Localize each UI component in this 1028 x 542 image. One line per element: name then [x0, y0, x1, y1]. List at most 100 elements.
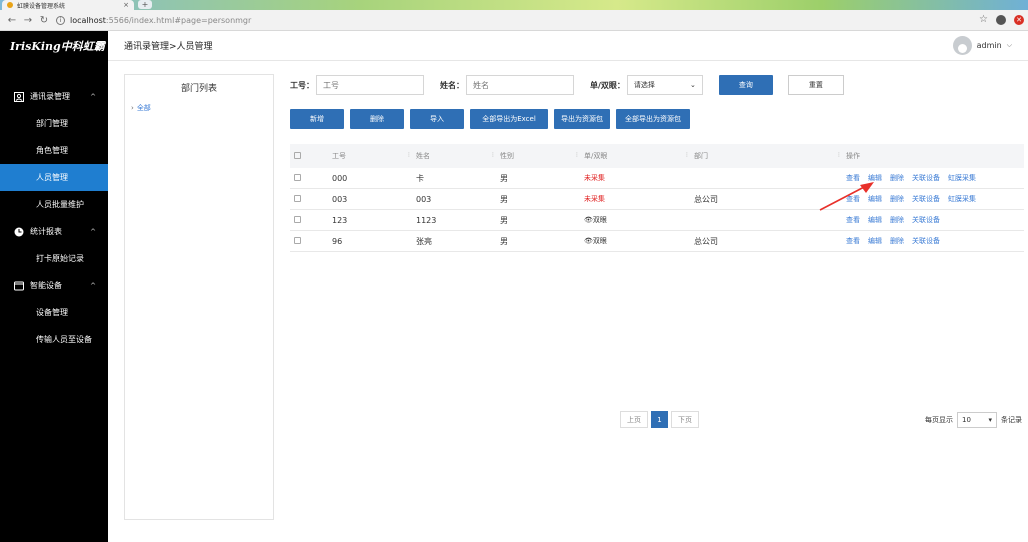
cell-gender: 男	[500, 215, 508, 225]
next-page-button[interactable]: 下页	[671, 411, 699, 428]
cell-gender: 男	[500, 173, 508, 183]
sidebar-item-role[interactable]: 角色管理	[0, 137, 108, 164]
row-checkbox[interactable]	[294, 194, 301, 202]
chevron-down-icon: ⌵	[1006, 41, 1012, 49]
row-checkbox[interactable]	[294, 173, 301, 181]
sidebar-item-transfer[interactable]: 传输人员至设备	[0, 326, 108, 353]
cell-id: 123	[332, 215, 348, 225]
cell-eye: 👁双眼	[584, 237, 607, 245]
sidebar-item-dept[interactable]: 部门管理	[0, 110, 108, 137]
col-header-name: 姓名	[416, 151, 500, 161]
iris-capture-link[interactable]: 虹膜采集	[948, 173, 976, 183]
cell-name: 1123	[416, 215, 437, 225]
prev-page-button[interactable]: 上页	[620, 411, 648, 428]
username: admin	[976, 41, 1002, 50]
cell-name: 张亮	[416, 236, 432, 246]
table-row: 96 张亮 男 👁双眼 总公司 查看 编辑 删除 关联设备	[290, 231, 1024, 252]
chevron-up-icon: ^	[90, 227, 96, 236]
row-checkbox[interactable]	[294, 236, 301, 244]
export-all-package-button[interactable]: 全部导出为资源包	[616, 109, 690, 129]
table-header: 工号 姓名 性别 单/双眼 部门 操作	[290, 144, 1024, 168]
new-tab-button[interactable]: +	[138, 0, 152, 9]
col-header-dept: 部门	[694, 151, 846, 161]
action-toolbar: 新增 删除 导入 全部导出为Excel 导出为资源包 全部导出为资源包	[290, 109, 690, 129]
export-package-button[interactable]: 导出为资源包	[554, 109, 610, 129]
link-device-link[interactable]: 关联设备	[912, 194, 940, 204]
col-header-gender: 性别	[500, 151, 584, 161]
search-bar: 工号： 姓名： 单/双眼： 请选择 ⌄ 查询 重置	[290, 75, 844, 95]
sidebar-item-batch[interactable]: 人员批量维护	[0, 191, 108, 218]
add-button[interactable]: 新增	[290, 109, 344, 129]
select-all-checkbox[interactable]	[294, 151, 301, 159]
clock-icon	[14, 227, 24, 236]
cell-name: 卡	[416, 173, 424, 183]
breadcrumb: 通讯录管理>人员管理	[124, 42, 213, 52]
link-device-link[interactable]: 关联设备	[912, 236, 940, 246]
per-page-label: 每页显示	[925, 416, 953, 424]
caret-down-icon: ▾	[988, 416, 992, 424]
id-label: 工号：	[290, 80, 314, 90]
delete-link[interactable]: 删除	[890, 215, 904, 225]
favicon-icon	[7, 2, 13, 8]
cell-eye: 👁双眼	[584, 216, 607, 224]
account-icon[interactable]	[996, 14, 1006, 25]
address-bar: ← → ↻ i localhost:5566/index.html#page=p…	[0, 10, 1028, 31]
col-header-ops: 操作	[846, 152, 860, 160]
person-table: 工号 姓名 性别 单/双眼 部门 操作 000 卡 男 未采集 查看 编辑 删除…	[290, 144, 1024, 252]
dept-panel: 部门列表 › 全部	[124, 74, 274, 520]
sidebar-group-reports[interactable]: 统计报表 ^	[0, 218, 108, 245]
sidebar-item-person[interactable]: 人员管理	[0, 164, 108, 191]
cell-id: 96	[332, 236, 343, 246]
sidebar-item-device-mgmt[interactable]: 设备管理	[0, 299, 108, 326]
logo: IrisKing中科虹霸	[10, 40, 105, 53]
forward-icon[interactable]: →	[20, 15, 36, 26]
id-input[interactable]	[316, 75, 424, 95]
caret-right-icon[interactable]: ›	[131, 104, 134, 112]
sidebar-group-devices[interactable]: 智能设备 ^	[0, 272, 108, 299]
export-all-excel-button[interactable]: 全部导出为Excel	[470, 109, 548, 129]
dept-tree-root[interactable]: › 全部	[125, 103, 273, 113]
extension-icon[interactable]: ✕	[1014, 14, 1024, 25]
records-unit: 条记录	[1001, 416, 1022, 424]
eye-mode-label: 单/双眼：	[590, 80, 625, 90]
delete-link[interactable]: 删除	[890, 194, 904, 204]
sidebar-group-label: 通讯录管理	[30, 92, 70, 101]
name-label: 姓名：	[440, 80, 464, 90]
user-menu[interactable]: admin ⌵	[952, 36, 1012, 55]
close-tab-icon[interactable]: ×	[123, 1, 129, 9]
iris-capture-link[interactable]: 虹膜采集	[948, 194, 976, 204]
sidebar-item-punch-records[interactable]: 打卡原始记录	[0, 245, 108, 272]
back-icon[interactable]: ←	[4, 15, 20, 26]
link-device-link[interactable]: 关联设备	[912, 215, 940, 225]
sidebar: IrisKing中科虹霸 通讯录管理 ^ 部门管理 角色管理 人员管理 人员批量…	[0, 31, 108, 542]
query-button[interactable]: 查询	[718, 75, 773, 95]
table-row: 123 1123 男 👁双眼 查看 编辑 删除 关联设备	[290, 210, 1024, 231]
delete-link[interactable]: 删除	[890, 236, 904, 246]
annotation-arrow-icon	[819, 182, 874, 211]
cell-name: 003	[416, 194, 432, 204]
delete-button[interactable]: 删除	[350, 109, 404, 129]
name-input[interactable]	[466, 75, 574, 95]
chevron-up-icon: ^	[90, 92, 96, 101]
url-field[interactable]: i localhost:5566/index.html#page=personm…	[56, 13, 956, 28]
sidebar-group-contacts[interactable]: 通讯录管理 ^	[0, 83, 108, 110]
avatar	[952, 36, 972, 55]
browser-tab[interactable]: 虹膜设备管理系统 ×	[2, 0, 134, 10]
bookmark-star-icon[interactable]: ☆	[979, 14, 988, 25]
info-icon[interactable]: i	[56, 15, 65, 25]
table-row: 000 卡 男 未采集 查看 编辑 删除 关联设备 虹膜采集	[290, 168, 1024, 189]
page-button-current[interactable]: 1	[651, 411, 668, 428]
link-device-link[interactable]: 关联设备	[912, 173, 940, 183]
delete-link[interactable]: 删除	[890, 173, 904, 183]
page-size-value: 10	[962, 416, 971, 424]
eye-mode-select[interactable]: 请选择 ⌄	[626, 75, 703, 95]
cell-gender: 男	[500, 236, 508, 246]
contacts-icon	[14, 91, 24, 102]
sidebar-group-label: 智能设备	[30, 281, 62, 290]
row-checkbox[interactable]	[294, 215, 301, 223]
reset-button[interactable]: 重置	[787, 75, 844, 95]
col-header-eye: 单/双眼	[584, 151, 694, 161]
page-size-select[interactable]: 10 ▾	[957, 412, 997, 428]
import-button[interactable]: 导入	[410, 109, 464, 129]
reload-icon[interactable]: ↻	[36, 15, 52, 26]
